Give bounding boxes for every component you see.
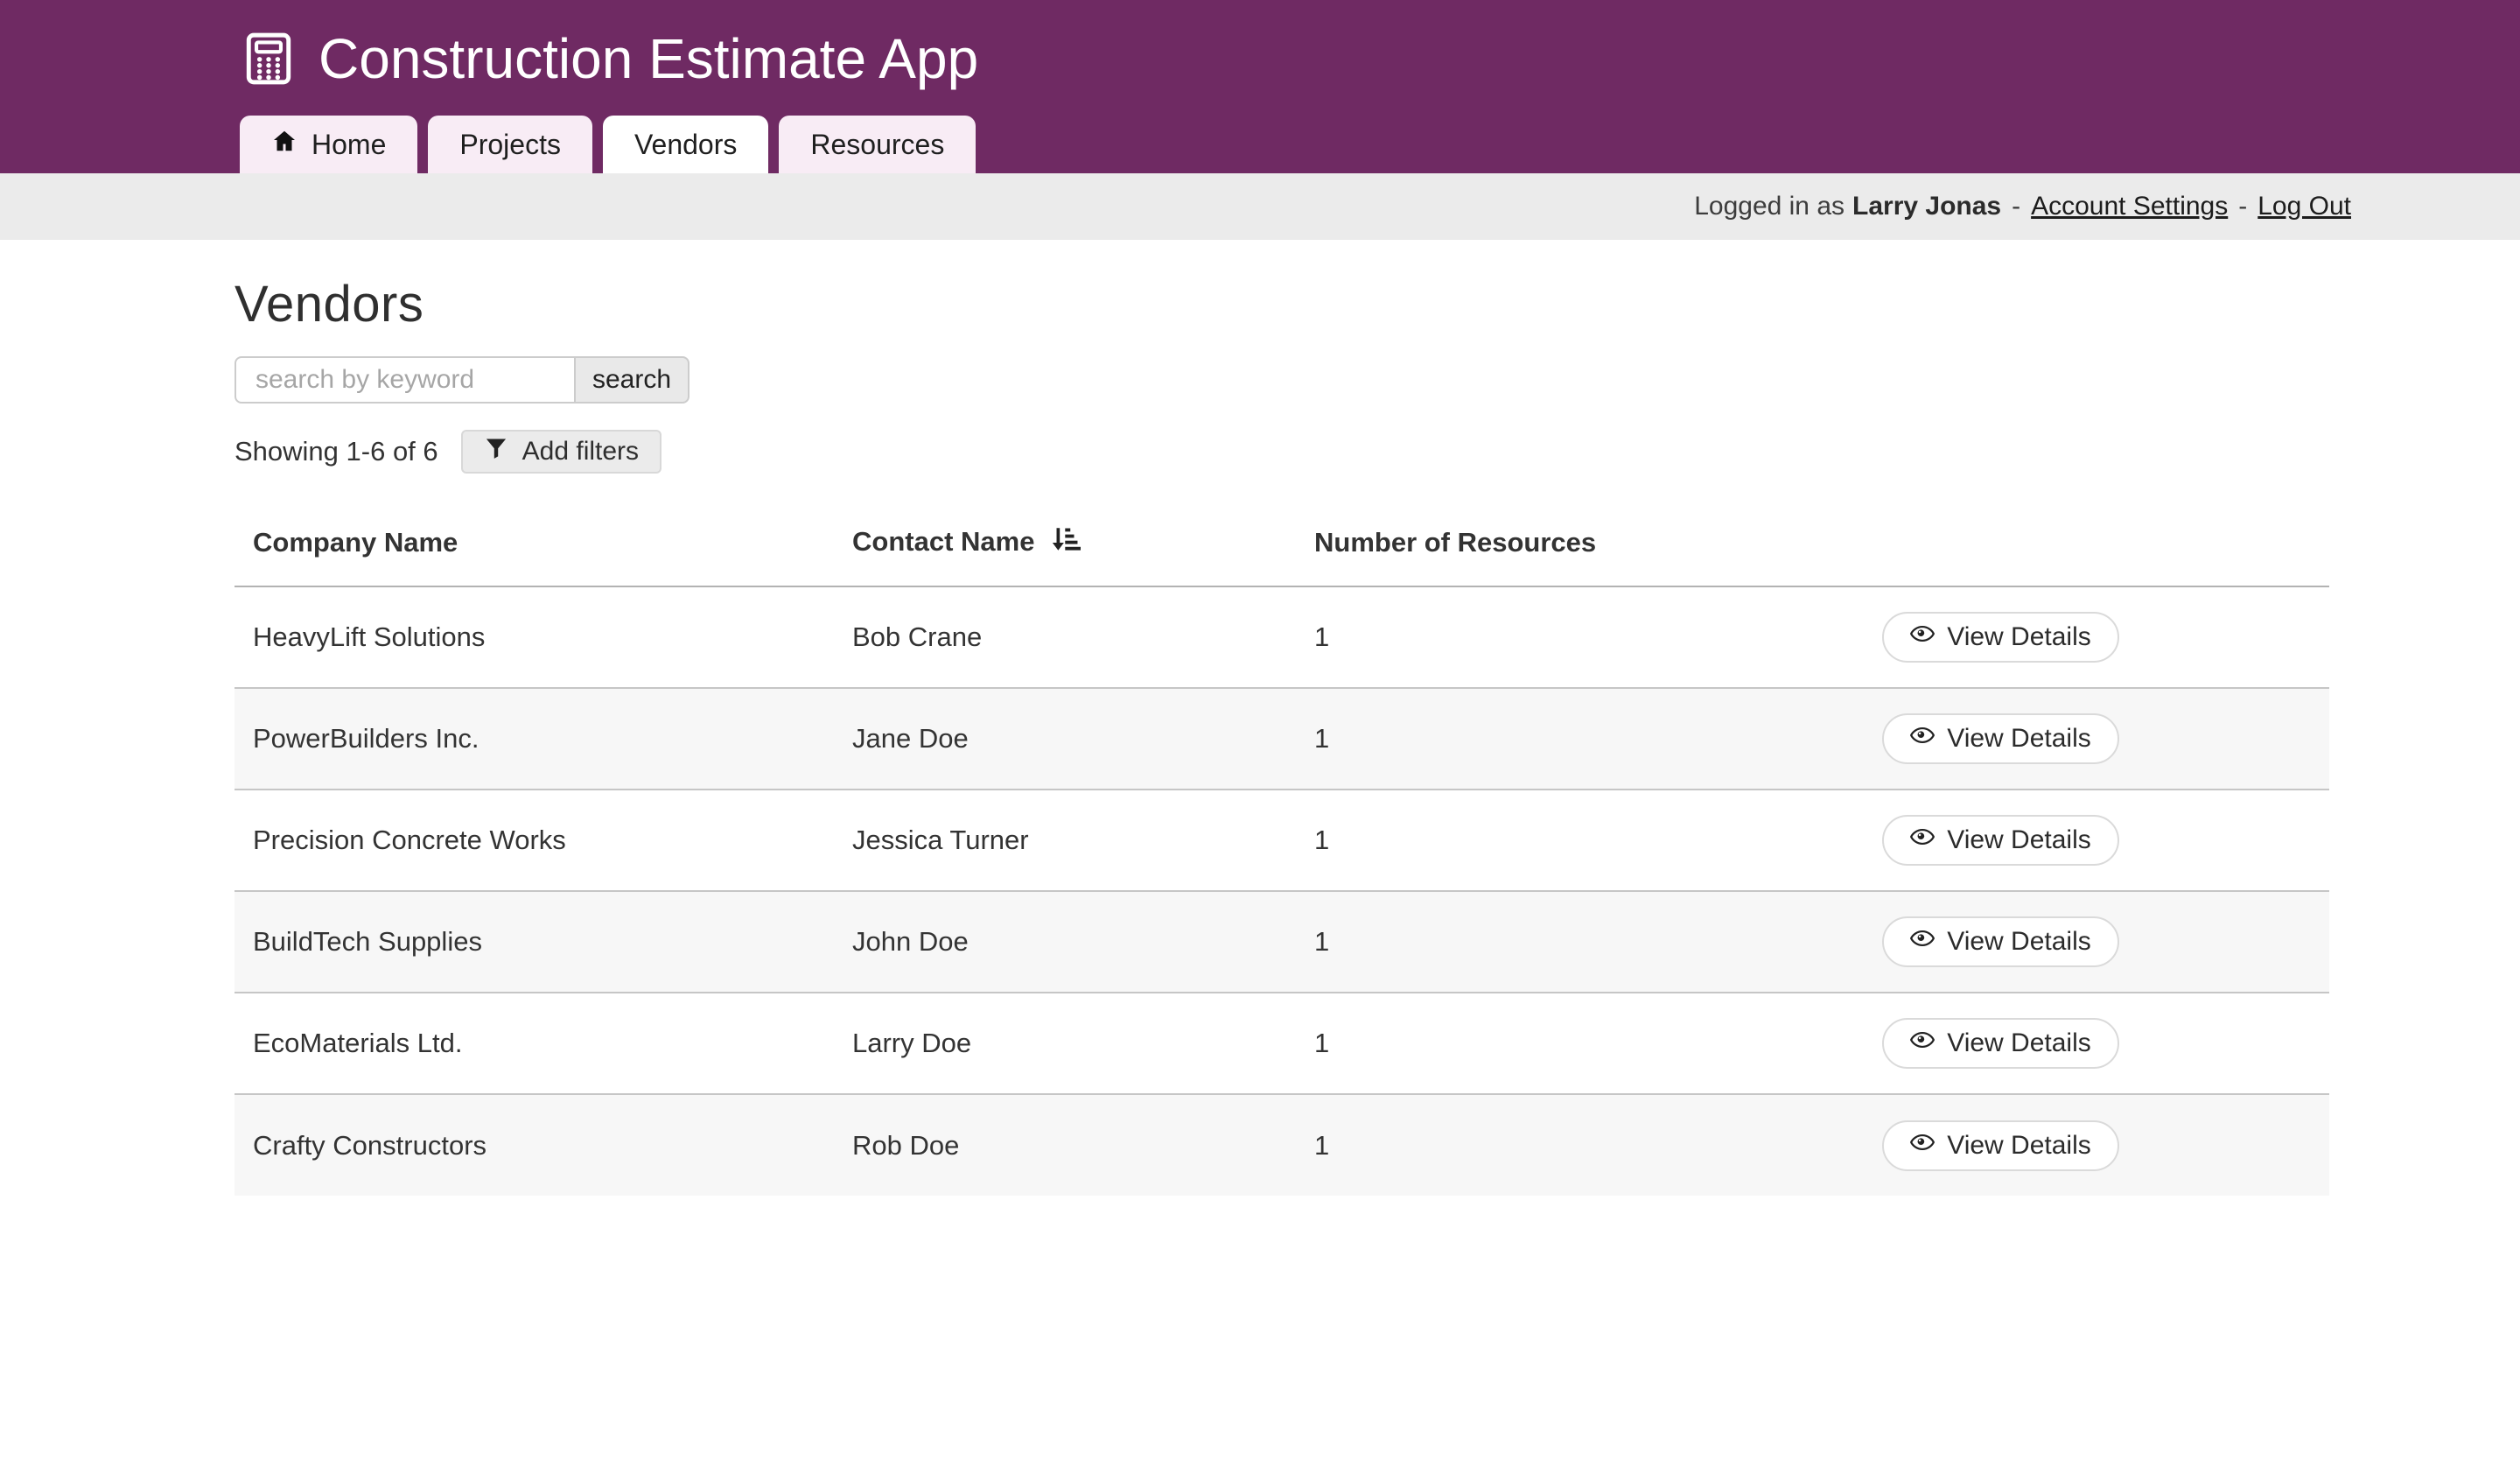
tab-label: Projects	[459, 129, 561, 161]
tab-label: Vendors	[634, 129, 737, 161]
column-header-contact[interactable]: Contact Name	[834, 498, 1296, 586]
company-cell: BuildTech Supplies	[234, 891, 834, 993]
company-cell: Crafty Constructors	[234, 1094, 834, 1196]
eye-icon	[1910, 621, 1935, 653]
view-details-button[interactable]: View Details	[1882, 1018, 2119, 1069]
table-row: Precision Concrete Works Jessica Turner …	[234, 790, 2329, 891]
resources-cell: 1	[1296, 993, 1672, 1094]
contact-cell: John Doe	[834, 891, 1296, 993]
resources-cell: 1	[1296, 1094, 1672, 1196]
separator: -	[2238, 192, 2247, 221]
eye-icon	[1910, 926, 1935, 958]
search-button[interactable]: search	[574, 356, 690, 404]
tab-home[interactable]: Home	[240, 116, 417, 173]
calculator-icon	[242, 32, 296, 86]
resources-cell: 1	[1296, 586, 1672, 688]
eye-icon	[1910, 1028, 1935, 1059]
search-input[interactable]	[234, 356, 576, 404]
eye-icon	[1910, 723, 1935, 755]
view-details-label: View Details	[1947, 1131, 2091, 1161]
page-title: Vendors	[234, 275, 2520, 333]
table-row: PowerBuilders Inc. Jane Doe 1 View Detai…	[234, 688, 2329, 790]
contact-cell: Jessica Turner	[834, 790, 1296, 891]
results-toolbar: Showing 1-6 of 6 Add filters	[234, 430, 2520, 474]
eye-icon	[1910, 825, 1935, 856]
table-row: EcoMaterials Ltd. Larry Doe 1 View Detai…	[234, 993, 2329, 1094]
add-filters-label: Add filters	[522, 437, 639, 467]
app-title: Construction Estimate App	[318, 26, 978, 91]
user-bar: Logged in as Larry Jonas - Account Setti…	[0, 173, 2520, 240]
resources-cell: 1	[1296, 790, 1672, 891]
resources-cell: 1	[1296, 688, 1672, 790]
table-row: HeavyLift Solutions Bob Crane 1 View Det…	[234, 586, 2329, 688]
column-header-company: Company Name	[234, 498, 834, 586]
view-details-label: View Details	[1947, 622, 2091, 652]
view-details-button[interactable]: View Details	[1882, 713, 2119, 764]
column-header-actions	[1672, 498, 2329, 586]
add-filters-button[interactable]: Add filters	[461, 430, 662, 474]
company-cell: HeavyLift Solutions	[234, 586, 834, 688]
tab-resources[interactable]: Resources	[779, 116, 976, 173]
view-details-label: View Details	[1947, 1028, 2091, 1058]
contact-cell: Larry Doe	[834, 993, 1296, 1094]
logged-in-prefix: Logged in as	[1694, 192, 1844, 221]
view-details-label: View Details	[1947, 724, 2091, 754]
contact-cell: Bob Crane	[834, 586, 1296, 688]
search-bar: search	[234, 356, 2520, 404]
contact-cell: Jane Doe	[834, 688, 1296, 790]
vendors-table: Company Name Contact Name	[234, 498, 2329, 1196]
company-cell: EcoMaterials Ltd.	[234, 993, 834, 1094]
main-content: Vendors search Showing 1-6 of 6 Add filt…	[0, 275, 2520, 1196]
separator: -	[2012, 192, 2020, 221]
account-settings-link[interactable]: Account Settings	[2031, 192, 2228, 221]
view-details-button[interactable]: View Details	[1882, 612, 2119, 663]
table-row: BuildTech Supplies John Doe 1 View Detai…	[234, 891, 2329, 993]
log-out-link[interactable]: Log Out	[2258, 192, 2351, 221]
main-nav: Home Projects Vendors Resources	[240, 116, 976, 173]
column-header-resources: Number of Resources	[1296, 498, 1672, 586]
view-details-button[interactable]: View Details	[1882, 815, 2119, 866]
home-icon	[271, 128, 298, 161]
view-details-button[interactable]: View Details	[1882, 916, 2119, 967]
contact-cell: Rob Doe	[834, 1094, 1296, 1196]
sort-amount-down-icon	[1043, 530, 1081, 560]
tab-label: Home	[312, 129, 386, 161]
username: Larry Jonas	[1852, 192, 2001, 221]
company-cell: Precision Concrete Works	[234, 790, 834, 891]
eye-icon	[1910, 1130, 1935, 1162]
company-cell: PowerBuilders Inc.	[234, 688, 834, 790]
results-summary: Showing 1-6 of 6	[234, 436, 438, 467]
table-row: Crafty Constructors Rob Doe 1 View Detai…	[234, 1094, 2329, 1196]
view-details-label: View Details	[1947, 825, 2091, 855]
view-details-button[interactable]: View Details	[1882, 1120, 2119, 1171]
tab-label: Resources	[810, 129, 944, 161]
app-brand: Construction Estimate App	[242, 26, 978, 91]
view-details-label: View Details	[1947, 927, 2091, 957]
funnel-icon	[484, 436, 508, 467]
tab-vendors[interactable]: Vendors	[603, 116, 768, 173]
resources-cell: 1	[1296, 891, 1672, 993]
table-header-row: Company Name Contact Name	[234, 498, 2329, 586]
tab-projects[interactable]: Projects	[428, 116, 592, 173]
app-header: Construction Estimate App Home Projects …	[0, 0, 2520, 173]
